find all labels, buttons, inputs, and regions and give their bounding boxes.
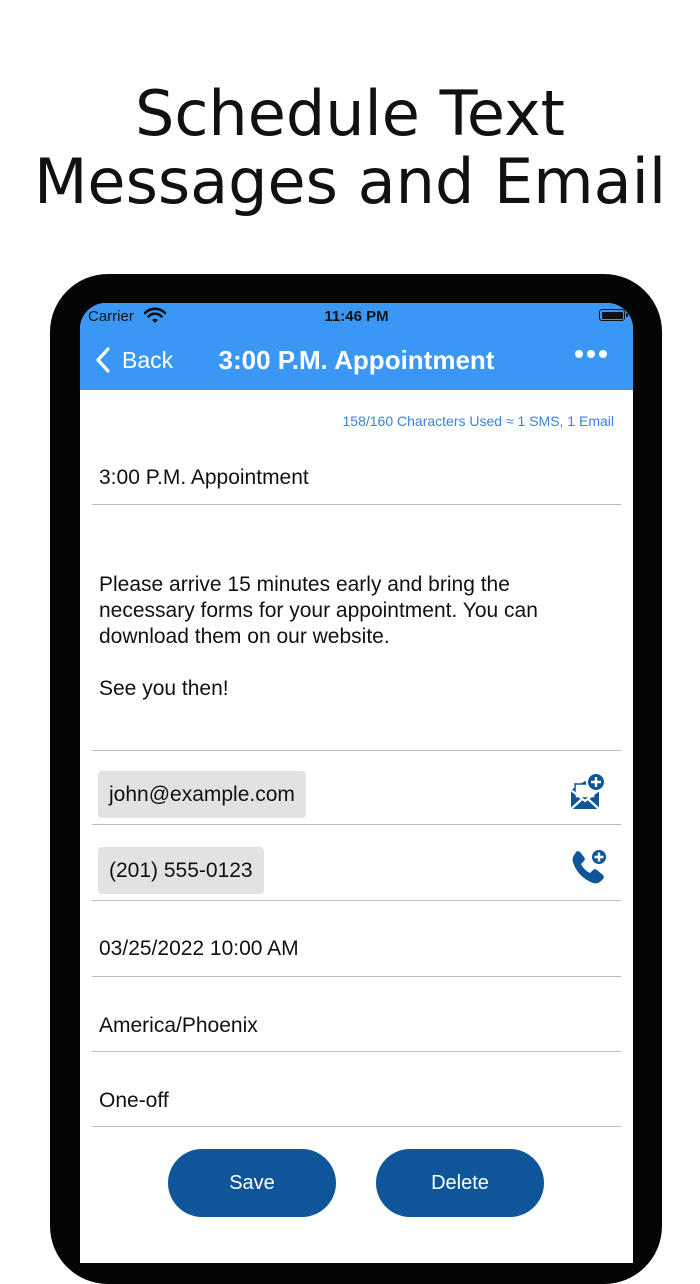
- send-datetime-value: 03/25/2022 10:00 AM: [99, 937, 299, 960]
- email-recipient-chip[interactable]: john@example.com: [98, 771, 306, 818]
- timezone-value: America/Phoenix: [99, 1014, 258, 1037]
- repeat-field[interactable]: One-off: [92, 1053, 621, 1127]
- delete-button[interactable]: Delete: [376, 1149, 544, 1217]
- send-datetime-field[interactable]: 03/25/2022 10:00 AM: [92, 902, 621, 977]
- timezone-field[interactable]: America/Phoenix: [92, 978, 621, 1052]
- back-button[interactable]: Back: [94, 345, 173, 375]
- promo-title-line-2: Messages and Email: [33, 145, 667, 218]
- phone-recipient-chip[interactable]: (201) 555-0123: [98, 847, 264, 894]
- subject-value: 3:00 P.M. Appointment: [99, 466, 309, 489]
- add-email-icon[interactable]: [567, 772, 609, 812]
- message-body-text: Please arrive 15 minutes early and bring…: [99, 572, 609, 702]
- app-screen: Carrier 11:46 PM 3:00 P.M. Appointment B…: [80, 303, 633, 1263]
- message-body-paragraph: Please arrive 15 minutes early and bring…: [99, 573, 538, 648]
- more-icon[interactable]: [575, 350, 607, 358]
- repeat-value: One-off: [99, 1089, 169, 1112]
- subject-field[interactable]: 3:00 P.M. Appointment: [92, 448, 621, 505]
- save-button[interactable]: Save: [168, 1149, 336, 1217]
- promo-title-line-1: Schedule Text: [134, 77, 565, 150]
- promo-title: Schedule Text Messages and Email: [0, 80, 700, 216]
- back-label: Back: [122, 346, 174, 373]
- navigation-bar: 3:00 P.M. Appointment Back: [80, 331, 633, 390]
- battery-icon: [599, 309, 628, 321]
- status-time: 11:46 PM: [324, 308, 389, 325]
- add-phone-icon[interactable]: [569, 848, 609, 888]
- status-bar: Carrier 11:46 PM: [80, 303, 633, 331]
- message-body-signoff: See you then!: [99, 677, 229, 700]
- character-counter: 158/160 Characters Used ≈ 1 SMS, 1 Email: [342, 413, 614, 429]
- back-chevron-icon: [96, 347, 110, 373]
